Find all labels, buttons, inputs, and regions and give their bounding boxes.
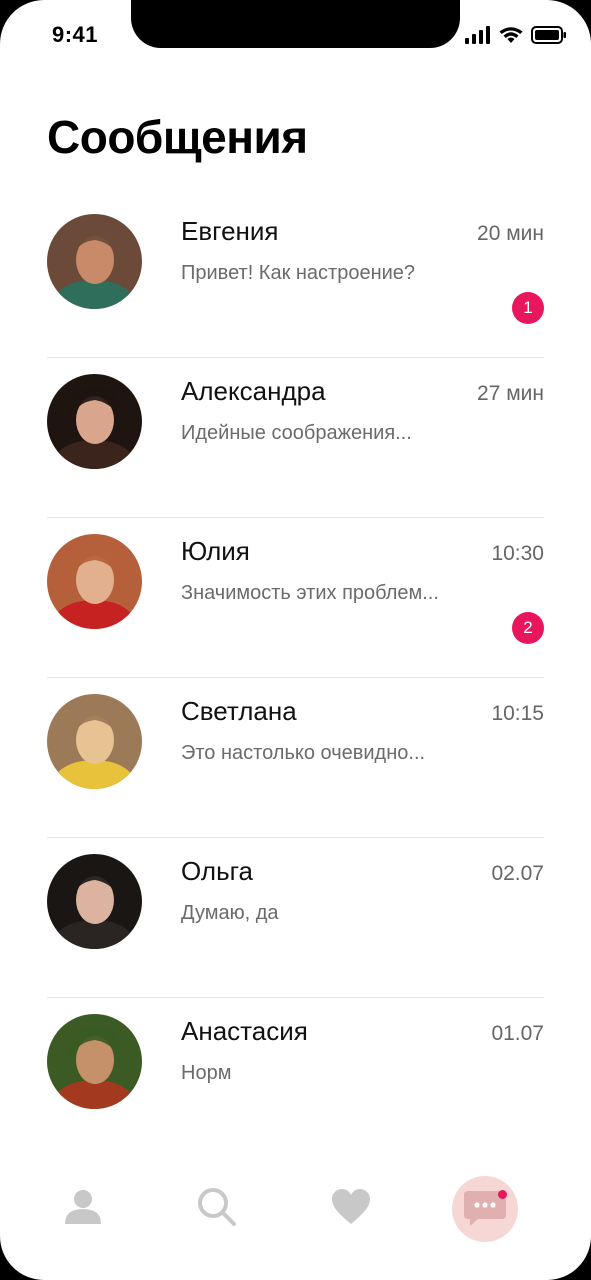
search-icon (198, 1188, 236, 1226)
message-time: 10:30 (491, 542, 544, 565)
conversation-row[interactable]: Евгения 20 мин Привет! Как настроение? 1 (47, 198, 544, 358)
tab-favorites[interactable] (316, 1172, 386, 1242)
message-time: 20 мин (477, 222, 544, 245)
conversation-row[interactable]: Ольга 02.07 Думаю, да (47, 838, 544, 998)
message-preview: Значимость этих проблем... (181, 582, 439, 604)
avatar[interactable] (47, 534, 142, 629)
avatar[interactable] (47, 374, 142, 469)
wifi-icon (499, 27, 523, 43)
message-preview: Идейные соображения... (181, 422, 412, 444)
signal-icon (465, 26, 490, 44)
message-time: 10:15 (491, 702, 544, 725)
status-icons (465, 26, 567, 44)
status-time: 9:41 (52, 22, 99, 47)
contact-name: Юлия (181, 536, 250, 566)
avatar[interactable] (47, 1014, 142, 1109)
profile-icon (65, 1190, 101, 1224)
avatar[interactable] (47, 854, 142, 949)
contact-name: Анастасия (181, 1016, 308, 1046)
avatar[interactable] (47, 694, 142, 789)
contact-name: Александра (181, 376, 326, 406)
message-preview: Привет! Как настроение? (181, 262, 416, 284)
message-time: 02.07 (491, 862, 544, 885)
message-preview: Это настолько очевидно... (181, 742, 426, 764)
conversation-row[interactable]: Анастасия 01.07 Норм (47, 998, 544, 1157)
message-time: 01.07 (491, 1022, 544, 1045)
tab-bar (0, 1172, 591, 1247)
contact-name: Ольга (181, 856, 254, 886)
phone-screen: 9:41 Сообщения Евгения 20 мин Привет! Как … (0, 0, 591, 1280)
contact-name: Евгения (181, 216, 279, 246)
conversation-row[interactable]: Светлана 10:15 Это настолько очевидно... (47, 678, 544, 838)
notch (131, 0, 460, 48)
conversation-row[interactable]: Александра 27 мин Идейные соображения... (47, 358, 544, 518)
conversation-row[interactable]: Юлия 10:30 Значимость этих проблем... 2 (47, 518, 544, 678)
message-preview: Думаю, да (181, 902, 279, 924)
message-preview: Норм (181, 1062, 232, 1084)
conversation-list: Евгения 20 мин Привет! Как настроение? 1 Але… (47, 198, 544, 1157)
message-time: 27 мин (477, 382, 544, 405)
unread-badge: 1 (512, 292, 544, 324)
contact-name: Светлана (181, 696, 297, 726)
tab-profile[interactable] (48, 1172, 118, 1242)
tab-messages[interactable] (452, 1176, 518, 1242)
heart-icon (332, 1189, 370, 1224)
unread-badge: 2 (512, 612, 544, 644)
new-message-dot (498, 1190, 507, 1199)
page-title: Сообщения (47, 111, 308, 163)
avatar[interactable] (47, 214, 142, 309)
tab-search[interactable] (182, 1172, 252, 1242)
battery-icon (531, 26, 566, 44)
